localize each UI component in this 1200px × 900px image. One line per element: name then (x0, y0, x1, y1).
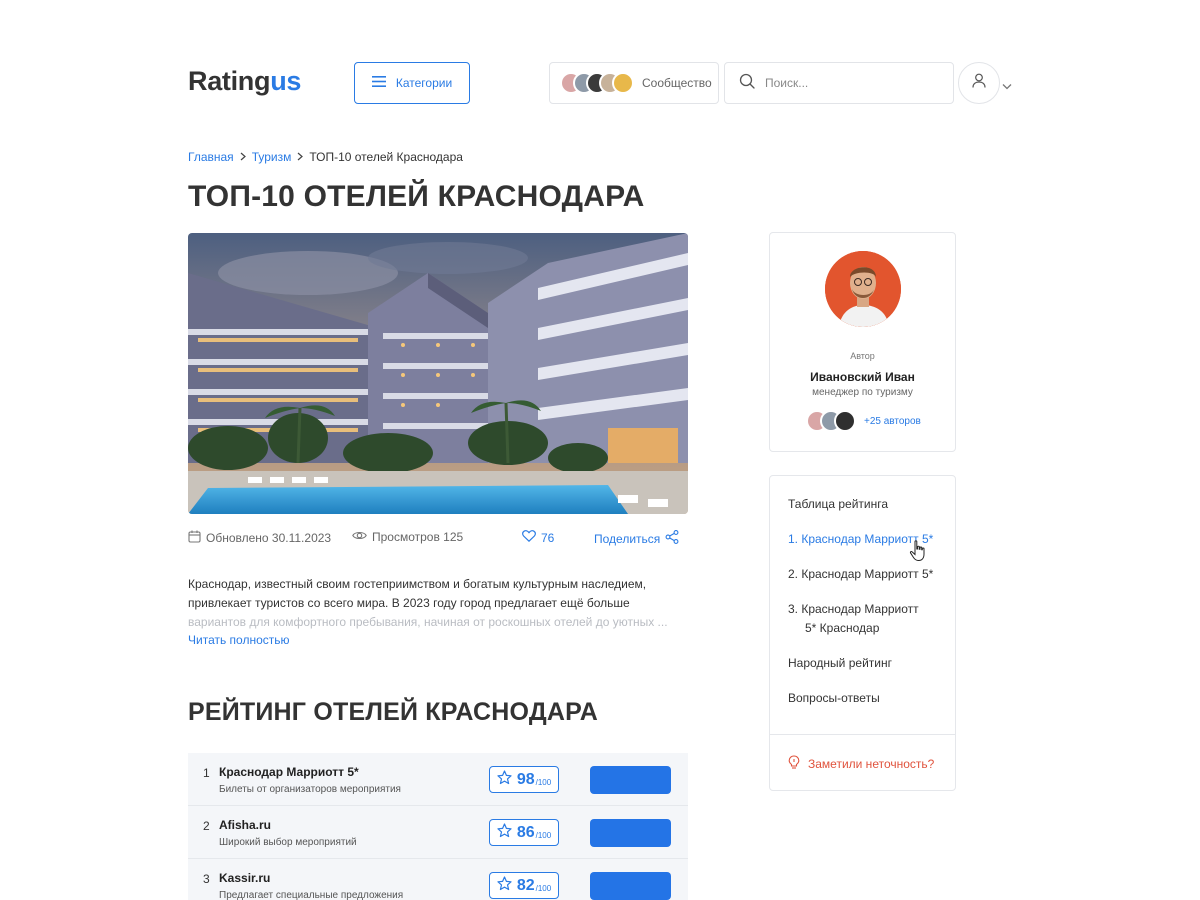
eye-icon (352, 530, 367, 544)
categories-label: Категории (395, 76, 453, 90)
row-name[interactable]: Afisha.ru (219, 818, 271, 832)
row-rank: 3 (203, 872, 210, 886)
toc-divider (770, 734, 955, 735)
read-more-link[interactable]: Читать полностью (188, 633, 290, 647)
logo-text: Rating (188, 66, 271, 96)
updated-date: Обновлено 30.11.2023 (188, 530, 331, 546)
toc-item-3-line1: 3. Краснодар Марриотт (788, 602, 919, 616)
article-meta: Обновлено 30.11.2023 Просмотров 125 76 П… (188, 530, 688, 548)
views-count: Просмотров 125 (352, 530, 463, 544)
row-rank: 2 (203, 819, 210, 833)
table-of-contents: Таблица рейтинга 1. Краснодар Марриотт 5… (769, 475, 956, 791)
score-value: 86 (516, 823, 535, 841)
score-denominator: /100 (535, 884, 552, 893)
rating-section-title: РЕЙТИНГ ОТЕЛЕЙ КРАСНОДАРА (188, 698, 599, 726)
report-error-link[interactable]: Заметили неточность? (788, 755, 934, 772)
views-text: Просмотров 125 (372, 530, 464, 544)
table-row: 2 Afisha.ru Широкий выбор мероприятий 86… (188, 806, 688, 859)
menu-icon (371, 76, 386, 90)
toc-item-faq[interactable]: Вопросы-ответы (788, 689, 880, 708)
toc-item-3[interactable]: 3. Краснодар Марриотт 5* Краснодар (788, 600, 919, 638)
breadcrumb-section-link[interactable]: Туризм (252, 150, 292, 164)
article-intro: Краснодар, известный своим гостеприимств… (188, 575, 688, 632)
community-label: Сообщество (642, 76, 712, 90)
intro-text: Краснодар, известный своим гостеприимств… (188, 577, 647, 610)
user-menu-button[interactable] (958, 62, 1000, 104)
chevron-right-icon (240, 150, 246, 164)
authors-avatars (806, 410, 856, 432)
community-button[interactable]: Сообщество (549, 62, 719, 104)
toc-item-people-rating[interactable]: Народный рейтинг (788, 654, 892, 673)
author-position: менеджер по туризму (812, 387, 913, 398)
score-badge: 82 /100 (489, 872, 559, 899)
other-authors[interactable]: +25 авторов (806, 410, 921, 432)
row-action-button[interactable] (590, 872, 671, 900)
star-icon (497, 822, 512, 843)
breadcrumb-current: ТОП-10 отелей Краснодара (309, 150, 463, 164)
search-box[interactable] (724, 62, 954, 104)
score-denominator: /100 (535, 831, 552, 840)
lightbulb-icon (788, 755, 800, 772)
author-avatar[interactable] (825, 251, 901, 327)
logo[interactable]: Ratingus (188, 66, 301, 97)
toc-item-2[interactable]: 2. Краснодар Марриотт 5* (788, 565, 933, 584)
row-description: Предлагает специальные предложения (219, 890, 404, 900)
score-value: 98 (516, 770, 535, 788)
avatar (834, 410, 856, 432)
toc-item-3-line2: 5* Краснодар (805, 621, 880, 635)
star-icon (497, 875, 512, 896)
chevron-right-icon (297, 150, 304, 164)
author-role: Автор (850, 351, 875, 361)
row-description: Билеты от организаторов мероприятия (219, 784, 401, 795)
updated-text: Обновлено 30.11.2023 (206, 531, 332, 545)
hero-image (188, 233, 688, 514)
avatar (612, 72, 634, 94)
table-row: 1 Краснодар Марриотт 5* Билеты от органи… (188, 753, 688, 806)
like-button[interactable]: 76 (522, 530, 554, 545)
toc-item-rating-table[interactable]: Таблица рейтинга (788, 495, 888, 514)
pointer-cursor-icon (909, 540, 929, 567)
logo-accent-text: us (270, 66, 302, 96)
intro-faded-text: вариантов для комфортного пребывания, на… (188, 615, 668, 629)
score-value: 82 (516, 876, 535, 894)
row-name[interactable]: Kassir.ru (219, 871, 270, 885)
row-action-button[interactable] (590, 766, 671, 794)
community-avatars (560, 72, 634, 94)
more-authors-link[interactable]: +25 авторов (864, 416, 921, 427)
score-denominator: /100 (535, 778, 552, 787)
rating-table: 1 Краснодар Марриотт 5* Билеты от органи… (188, 753, 688, 900)
score-badge: 98 /100 (489, 766, 559, 793)
table-row: 3 Kassir.ru Предлагает специальные предл… (188, 859, 688, 900)
chevron-down-icon[interactable] (1002, 77, 1012, 95)
share-icon (665, 530, 679, 547)
search-icon (739, 73, 755, 94)
search-input[interactable] (765, 76, 935, 90)
likes-count: 76 (541, 530, 555, 545)
star-icon (497, 769, 512, 790)
page-title: ТОП-10 ОТЕЛЕЙ КРАСНОДАРА (188, 180, 645, 213)
author-name[interactable]: Ивановский Иван (770, 370, 955, 384)
heart-icon (522, 530, 536, 545)
row-rank: 1 (203, 766, 210, 780)
author-card: Автор Ивановский Иван менеджер по туризм… (769, 232, 956, 452)
row-name[interactable]: Краснодар Марриотт 5* (219, 765, 359, 779)
share-label: Поделиться (594, 531, 661, 546)
user-icon (972, 73, 986, 93)
row-description: Широкий выбор мероприятий (219, 837, 357, 848)
share-button[interactable]: Поделиться (594, 530, 679, 547)
report-error-label: Заметили неточность? (808, 756, 935, 771)
calendar-icon (188, 530, 201, 546)
score-badge: 86 /100 (489, 819, 559, 846)
breadcrumb-home-link[interactable]: Главная (188, 150, 234, 164)
breadcrumb: Главная Туризм ТОП-10 отелей Краснодара (188, 150, 463, 164)
row-action-button[interactable] (590, 819, 671, 847)
categories-button[interactable]: Категории (354, 62, 470, 104)
